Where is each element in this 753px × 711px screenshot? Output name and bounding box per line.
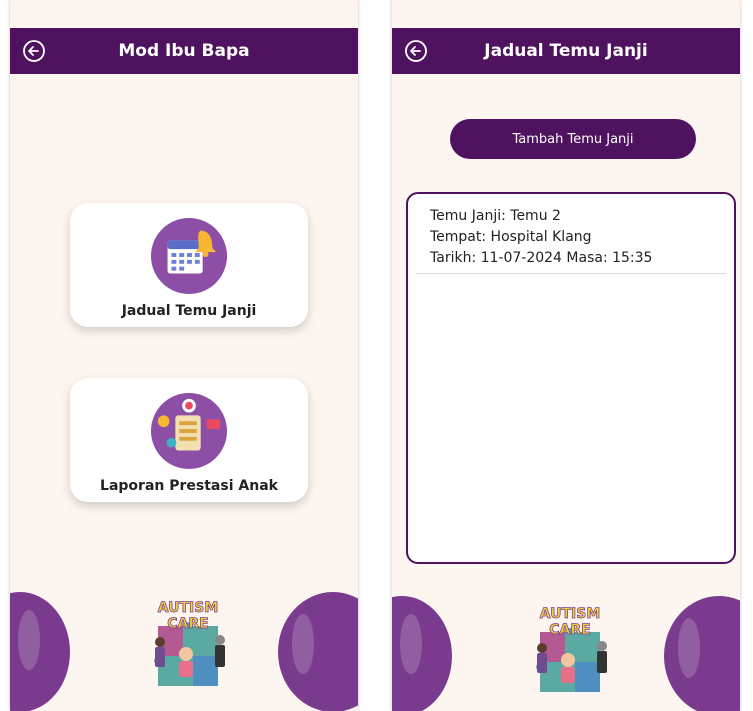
- parent-mode-screen: Mod Ibu Bapa Jadual Temu Janji Laporan P…: [10, 0, 358, 711]
- autism-care-logo: AUTISM CARE: [536, 606, 607, 692]
- decor-circle: [664, 596, 740, 711]
- autism-care-logo: AUTISM CARE: [154, 600, 225, 686]
- appointment-place: Tempat: Hospital Klang: [430, 229, 592, 245]
- add-appointment-button[interactable]: Tambah Temu Janji: [450, 119, 696, 159]
- svg-text:CARE: CARE: [549, 622, 590, 638]
- calendar-bell-icon: [150, 217, 228, 295]
- decor-circle: [10, 592, 70, 711]
- appointment-schedule-card[interactable]: Jadual Temu Janji: [70, 203, 308, 327]
- page-title: Jadual Temu Janji: [484, 41, 648, 61]
- appointment-schedule-screen: Jadual Temu Janji Tambah Temu Janji Temu…: [392, 0, 740, 711]
- report-target-icon: [150, 392, 228, 470]
- appointment-datetime: Tarikh: 11-07-2024 Masa: 15:35: [430, 250, 653, 266]
- menu-label: Jadual Temu Janji: [121, 303, 257, 319]
- decor-circle: [392, 596, 452, 711]
- menu-label: Laporan Prestasi Anak: [100, 478, 278, 494]
- page-title: Mod Ibu Bapa: [118, 41, 250, 61]
- svg-text:CARE: CARE: [167, 616, 208, 632]
- child-progress-report-card[interactable]: Laporan Prestasi Anak: [70, 378, 308, 502]
- list-item[interactable]: Temu Janji: Temu 2 Tempat: Hospital Klan…: [416, 194, 726, 274]
- svg-text:AUTISM: AUTISM: [158, 600, 219, 616]
- app-bar: Jadual Temu Janji: [392, 28, 740, 74]
- appointment-list: Temu Janji: Temu 2 Tempat: Hospital Klan…: [406, 192, 736, 564]
- back-arrow-icon[interactable]: [22, 39, 46, 63]
- appointment-name: Temu Janji: Temu 2: [430, 208, 561, 224]
- svg-text:AUTISM: AUTISM: [540, 606, 601, 622]
- back-arrow-icon[interactable]: [404, 39, 428, 63]
- decor-circle: [278, 592, 358, 711]
- app-bar: Mod Ibu Bapa: [10, 28, 358, 74]
